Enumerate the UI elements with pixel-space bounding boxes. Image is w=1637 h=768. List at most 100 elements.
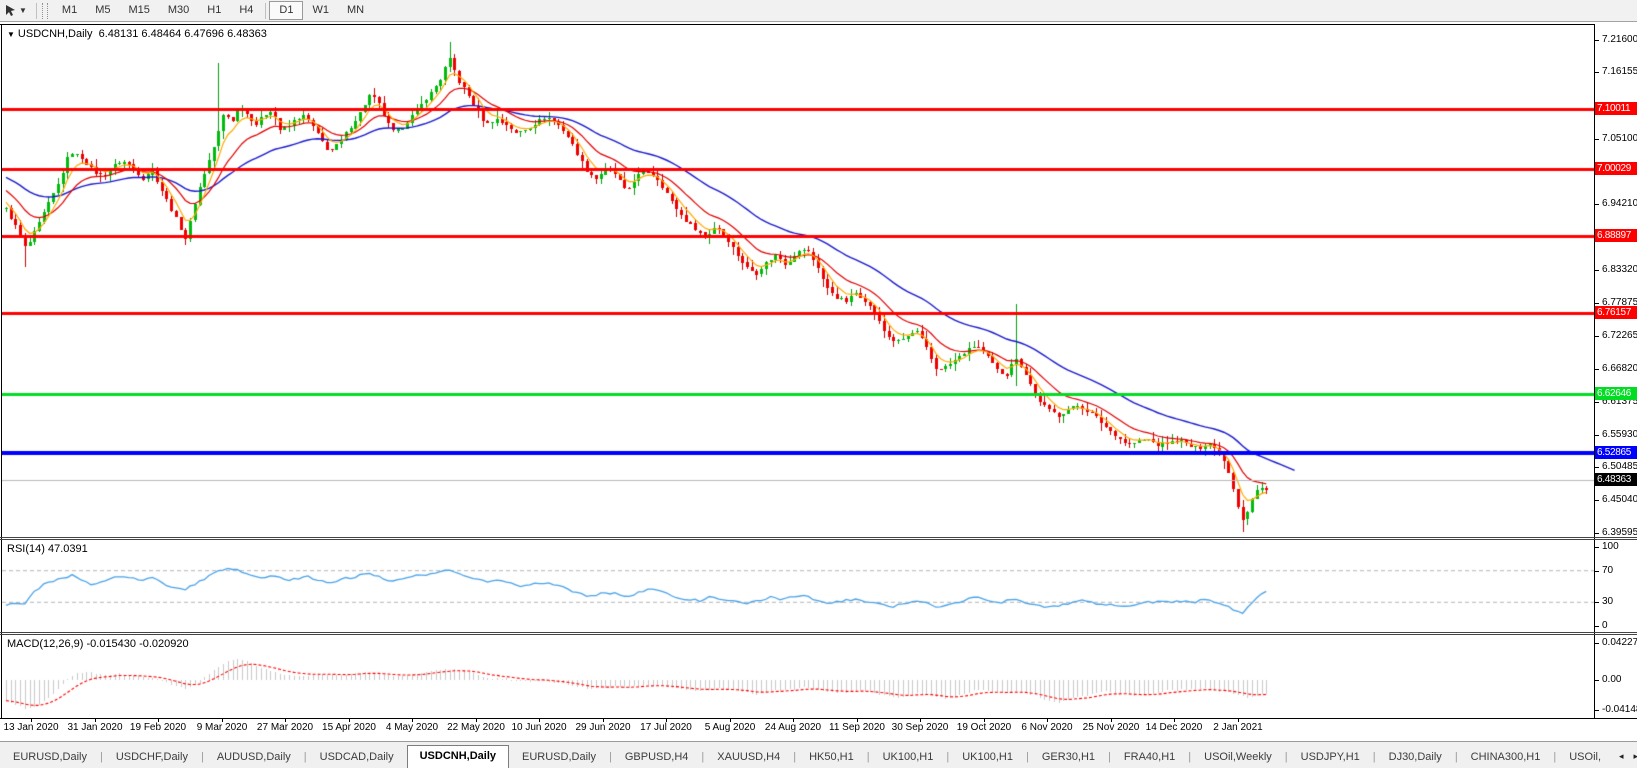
date-label[interactable]: 2 Jan 2021 [1213, 722, 1263, 733]
price-tick-label: 6.83320 [1602, 264, 1637, 275]
chart-ohlc-values: 6.48131 6.48464 6.47696 6.48363 [98, 28, 267, 40]
rsi-tick-label-tick [1595, 547, 1599, 548]
macd-tick-label: -0.04148 [1602, 704, 1637, 715]
rsi-tick-label-tick [1595, 626, 1599, 627]
price-tick-label-tick [1595, 500, 1599, 501]
date-label[interactable]: 27 Mar 2020 [257, 722, 313, 733]
current-price-label: 6.48363 [1595, 473, 1637, 486]
main-chart-canvas[interactable] [2, 25, 1594, 537]
chart-tab-gbpusd-h4[interactable]: GBPUSD,H4 [612, 746, 702, 768]
chart-tab-dj30-daily[interactable]: DJ30,Daily [1376, 746, 1455, 768]
price-tick-label-tick [1595, 72, 1599, 73]
date-label[interactable]: 11 Sep 2020 [829, 722, 885, 733]
date-label[interactable]: 24 Aug 2020 [765, 722, 821, 733]
timeframe-button-m5[interactable]: M5 [86, 1, 119, 20]
rsi-panel-canvas[interactable] [2, 540, 1594, 630]
chart-tab-uk100-h1[interactable]: UK100,H1 [870, 746, 947, 768]
macd-indicator-label: MACD(12,26,9) -0.015430 -0.020920 [7, 638, 189, 650]
price-tick-label-tick [1595, 270, 1599, 271]
rsi-tick-label: 100 [1602, 541, 1619, 552]
price-tick-label: 6.72265 [1602, 330, 1637, 341]
price-tick-label-tick [1595, 402, 1599, 403]
date-label[interactable]: 9 Mar 2020 [197, 722, 248, 733]
date-label[interactable]: 10 Jun 2020 [511, 722, 566, 733]
timeframe-button-mn[interactable]: MN [338, 1, 373, 20]
macd-tick-label: 0.042275 [1602, 637, 1637, 648]
tab-scroll-controls: ◂▸ [1614, 743, 1637, 768]
tab-scroll-right-icon[interactable]: ▸ [1629, 751, 1637, 762]
chart-tab-eurusd-daily[interactable]: EURUSD,Daily [509, 746, 609, 768]
chart-tab-usdcnh-daily[interactable]: USDCNH,Daily [406, 745, 510, 768]
level-price-label[interactable]: 7.00029 [1595, 162, 1637, 175]
date-label[interactable]: 4 May 2020 [386, 722, 438, 733]
price-tick-label-tick [1595, 369, 1599, 370]
rsi-tick-label: 0 [1602, 620, 1608, 631]
chart-tab-fra40-h1[interactable]: FRA40,H1 [1111, 746, 1188, 768]
date-label[interactable]: 17 Jul 2020 [640, 722, 692, 733]
dropdown-caret-icon[interactable]: ▼ [19, 6, 27, 15]
price-tick-label: 6.66820 [1602, 363, 1637, 374]
price-tick-label: 6.50485 [1602, 461, 1637, 472]
price-tick-label-tick [1595, 435, 1599, 436]
date-label[interactable]: 22 May 2020 [447, 722, 505, 733]
macd-tick-label-tick [1595, 710, 1599, 711]
timeframe-button-d1[interactable]: D1 [269, 1, 304, 20]
chart-header: ▼ USDCNH,Daily 6.48131 6.48464 6.47696 6.… [7, 28, 267, 40]
timeframe-button-m15[interactable]: M15 [119, 1, 158, 20]
chart-tab-usdjpy-h1[interactable]: USDJPY,H1 [1288, 746, 1373, 768]
date-label[interactable]: 6 Nov 2020 [1021, 722, 1072, 733]
macd-panel-canvas[interactable] [2, 635, 1594, 718]
chart-tab-usoil-weekly[interactable]: USOil,Weekly [1191, 746, 1285, 768]
date-label[interactable]: 25 Nov 2020 [1083, 722, 1140, 733]
chart-symbol-label: USDCNH,Daily [17, 28, 93, 40]
price-tick-label: 7.21600 [1602, 34, 1637, 45]
date-label[interactable]: 31 Jan 2020 [67, 722, 122, 733]
date-label[interactable]: 15 Apr 2020 [322, 722, 376, 733]
chart-tab-eurusd-daily[interactable]: EURUSD,Daily [0, 746, 100, 768]
timeframe-button-w1[interactable]: W1 [303, 1, 338, 20]
timeframe-button-m30[interactable]: M30 [159, 1, 198, 20]
date-label[interactable]: 29 Jun 2020 [575, 722, 630, 733]
chart-tab-xauusd-h4[interactable]: XAUUSD,H4 [704, 746, 793, 768]
tab-scroll-left-icon[interactable]: ◂ [1614, 751, 1629, 762]
date-label[interactable]: 19 Feb 2020 [130, 722, 186, 733]
date-label[interactable]: 5 Aug 2020 [705, 722, 756, 733]
macd-tick-label-tick [1595, 643, 1599, 644]
timeframe-button-h4[interactable]: H4 [230, 1, 262, 20]
price-tick-label-tick [1595, 467, 1599, 468]
level-price-label[interactable]: 6.88897 [1595, 229, 1637, 242]
date-label[interactable]: 30 Sep 2020 [892, 722, 949, 733]
rsi-tick-label-tick [1595, 602, 1599, 603]
date-label[interactable]: 14 Dec 2020 [1146, 722, 1203, 733]
chart-tab-hk50-h1[interactable]: HK50,H1 [796, 746, 867, 768]
chart-tab-usdcad-daily[interactable]: USDCAD,Daily [307, 746, 407, 768]
price-tick-label-tick [1595, 139, 1599, 140]
chart-bottom-border [0, 718, 1637, 719]
toolbar-grip[interactable] [41, 2, 48, 19]
date-label[interactable]: 19 Oct 2020 [957, 722, 1011, 733]
level-price-label[interactable]: 6.62646 [1595, 387, 1637, 400]
level-price-label[interactable]: 7.10011 [1595, 102, 1637, 115]
rsi-tick-label: 70 [1602, 565, 1614, 576]
chart-tab-china300-h1[interactable]: CHINA300,H1 [1458, 746, 1554, 768]
date-label[interactable]: 13 Jan 2020 [3, 722, 58, 733]
timeframe-toolbar: ▼ M1 M5 M15 M30 H1 H4 D1 W1 MN [0, 0, 1637, 22]
chart-tab-usdchf-daily[interactable]: USDCHF,Daily [103, 746, 201, 768]
collapse-triangle-icon[interactable]: ▼ [7, 30, 15, 39]
chart-tab-audusd-daily[interactable]: AUDUSD,Daily [204, 746, 304, 768]
level-price-label[interactable]: 6.76157 [1595, 306, 1637, 319]
toolbar-separator [35, 2, 37, 19]
cursor-tool-icon[interactable] [4, 4, 17, 17]
chart-tab-uk100-h1[interactable]: UK100,H1 [949, 746, 1026, 768]
timeframe-button-m1[interactable]: M1 [53, 1, 86, 20]
chart-tab-ger30-h1[interactable]: GER30,H1 [1029, 746, 1108, 768]
price-tick-label-tick [1595, 204, 1599, 205]
chart-tab-usoil-[interactable]: USOil, [1556, 746, 1614, 768]
trading-platform-window: ▼ M1 M5 M15 M30 H1 H4 D1 W1 MN ▼ USDCNH,Daily 6.4… [0, 0, 1637, 768]
rsi-panel-divider[interactable] [0, 537, 1637, 538]
macd-panel-divider[interactable] [0, 632, 1637, 633]
timeframe-button-h1[interactable]: H1 [198, 1, 230, 20]
macd-values: -0.015430 -0.020920 [86, 638, 189, 650]
price-tick-label: 6.55930 [1602, 429, 1637, 440]
level-price-label[interactable]: 6.52865 [1595, 446, 1637, 459]
